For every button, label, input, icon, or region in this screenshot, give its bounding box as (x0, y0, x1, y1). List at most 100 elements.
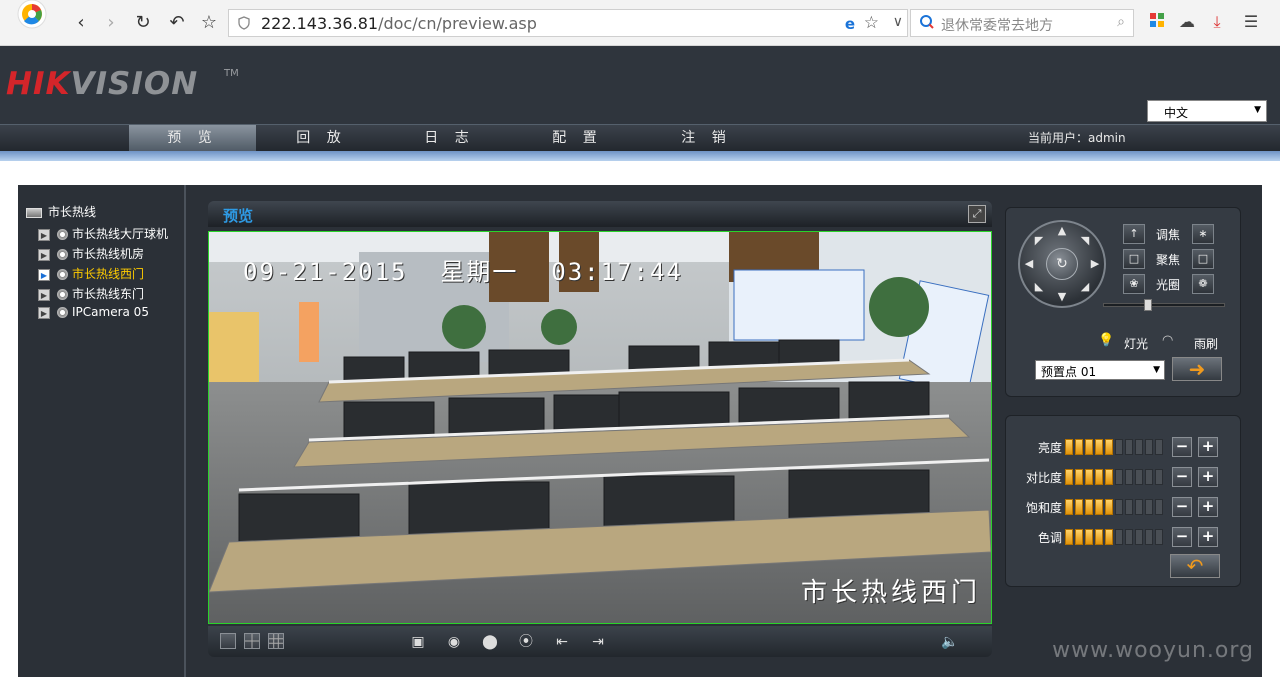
level-segment[interactable] (1065, 469, 1073, 485)
level-segment[interactable] (1145, 469, 1153, 485)
chevron-down-icon[interactable]: ∨ (893, 14, 903, 30)
level-segment[interactable] (1075, 469, 1083, 485)
level-segment[interactable] (1075, 499, 1083, 515)
level-segment[interactable] (1085, 469, 1093, 485)
next-icon[interactable]: ⇥ (586, 632, 610, 652)
ptz-up-right-icon[interactable]: ◥ (1078, 234, 1092, 248)
level-segment[interactable] (1105, 469, 1113, 485)
level-segment[interactable] (1095, 499, 1103, 515)
fullscreen-icon[interactable]: ⤢ (968, 205, 986, 223)
ptz-right-icon[interactable]: ▶ (1088, 257, 1102, 271)
brightness-plus-button[interactable]: + (1198, 437, 1218, 457)
level-segment[interactable] (1075, 439, 1083, 455)
level-segment[interactable] (1065, 529, 1073, 545)
level-segment[interactable] (1085, 529, 1093, 545)
zoom-in-icon[interactable]: ↑ (1123, 224, 1145, 244)
iris-close-icon[interactable]: ❁ (1192, 274, 1214, 294)
tree-item-camera-2[interactable]: ▶ 市长热线机房 (38, 245, 144, 263)
level-segment[interactable] (1115, 499, 1123, 515)
video-window[interactable]: 09-21-2015 星期一 03:17:44 市长热线西门 (208, 231, 992, 624)
back-icon[interactable]: ‹ (70, 12, 92, 34)
menu-config[interactable]: 配 置 (514, 125, 641, 152)
menu-playback[interactable]: 回 放 (258, 125, 385, 152)
ie-mode-icon[interactable]: e (845, 15, 855, 33)
browser-logo-icon[interactable] (10, 0, 56, 34)
level-segment[interactable] (1085, 499, 1093, 515)
menu-log[interactable]: 日 志 (386, 125, 513, 152)
ptz-down-icon[interactable]: ▼ (1055, 290, 1069, 304)
saturation-minus-button[interactable]: − (1172, 497, 1192, 517)
menu-logout[interactable]: 注 销 (643, 125, 770, 152)
level-segment[interactable] (1135, 469, 1143, 485)
search-icon[interactable]: ⌕ (1117, 14, 1125, 30)
light-label[interactable]: 灯光 (1124, 335, 1148, 352)
slider-knob[interactable] (1144, 299, 1152, 311)
level-segment[interactable] (1125, 499, 1133, 515)
level-segment[interactable] (1065, 499, 1073, 515)
wiper-icon[interactable]: ◠ (1162, 333, 1173, 348)
level-segment[interactable] (1125, 529, 1133, 545)
level-segment[interactable] (1095, 469, 1103, 485)
ptz-left-icon[interactable]: ◀ (1022, 257, 1036, 271)
zoom-out-icon[interactable]: ∗ (1192, 224, 1214, 244)
stop-preview-icon[interactable]: ▣ (406, 632, 430, 652)
undo-icon[interactable]: ↶ (166, 12, 188, 34)
play-icon[interactable]: ▶ (38, 248, 50, 261)
layout-1-button[interactable] (220, 633, 236, 649)
preset-call-button[interactable]: ➜ (1172, 357, 1222, 381)
tree-item-camera-3[interactable]: ▶ 市长热线西门 (38, 265, 144, 283)
wiper-label[interactable]: 雨刷 (1194, 335, 1218, 352)
focus-far-icon[interactable]: □ (1192, 249, 1214, 269)
level-segment[interactable] (1105, 439, 1113, 455)
saturation-plus-button[interactable]: + (1198, 497, 1218, 517)
level-segment[interactable] (1125, 439, 1133, 455)
refresh-icon[interactable]: ↻ (132, 12, 154, 34)
level-segment[interactable] (1145, 499, 1153, 515)
language-select[interactable]: 中文 ▼ (1147, 100, 1267, 122)
level-segment[interactable] (1135, 529, 1143, 545)
level-segment[interactable] (1155, 529, 1163, 545)
apps-grid-icon[interactable] (1146, 12, 1168, 34)
level-segment[interactable] (1105, 499, 1113, 515)
speaker-icon[interactable]: 🔈 (938, 632, 962, 652)
level-segment[interactable] (1105, 529, 1113, 545)
stop-record-icon[interactable]: ⦿ (514, 632, 538, 652)
level-segment[interactable] (1065, 439, 1073, 455)
favorite-star-icon[interactable]: ☆ (864, 13, 879, 33)
tree-item-camera-5[interactable]: ▶ IPCamera 05 (38, 305, 149, 323)
level-segment[interactable] (1155, 439, 1163, 455)
preset-select[interactable]: 预置点 01 ▼ (1035, 360, 1165, 380)
tree-root[interactable]: 市长热线 (26, 203, 96, 220)
previous-icon[interactable]: ⇤ (550, 632, 574, 652)
contrast-minus-button[interactable]: − (1172, 467, 1192, 487)
search-box[interactable]: 退休常委常去地方 ⌕ (910, 9, 1134, 37)
tree-item-camera-1[interactable]: ▶ 市长热线大厅球机 (38, 225, 168, 243)
level-segment[interactable] (1135, 439, 1143, 455)
capture-camera-icon[interactable]: ◉ (442, 632, 466, 652)
layout-9-button[interactable] (268, 633, 284, 649)
ptz-up-icon[interactable]: ▲ (1055, 224, 1069, 238)
level-segment[interactable] (1155, 499, 1163, 515)
ptz-down-left-icon[interactable]: ◣ (1032, 280, 1046, 294)
bookmark-star-icon[interactable]: ☆ (198, 12, 220, 34)
ptz-direction-dial[interactable]: ▲ ▼ ◀ ▶ ◤ ◥ ◣ ◢ ↻ (1018, 220, 1106, 308)
level-segment[interactable] (1115, 529, 1123, 545)
level-segment[interactable] (1095, 439, 1103, 455)
cloud-icon[interactable]: ☁ (1176, 12, 1198, 34)
play-icon[interactable]: ▶ (38, 268, 50, 281)
level-segment[interactable] (1145, 529, 1153, 545)
hue-plus-button[interactable]: + (1198, 527, 1218, 547)
level-segment[interactable] (1145, 439, 1153, 455)
ptz-speed-slider[interactable] (1103, 299, 1225, 311)
tree-item-camera-4[interactable]: ▶ 市长热线东门 (38, 285, 144, 303)
focus-near-icon[interactable]: □ (1123, 249, 1145, 269)
layout-4-button[interactable] (244, 633, 260, 649)
level-segment[interactable] (1155, 469, 1163, 485)
download-icon[interactable]: ⤓ (1206, 12, 1228, 34)
ptz-up-left-icon[interactable]: ◤ (1032, 234, 1046, 248)
level-segment[interactable] (1115, 439, 1123, 455)
level-segment[interactable] (1075, 529, 1083, 545)
ptz-down-right-icon[interactable]: ◢ (1078, 280, 1092, 294)
play-icon[interactable]: ▶ (38, 228, 50, 241)
menu-preview[interactable]: 预 览 (129, 125, 256, 152)
